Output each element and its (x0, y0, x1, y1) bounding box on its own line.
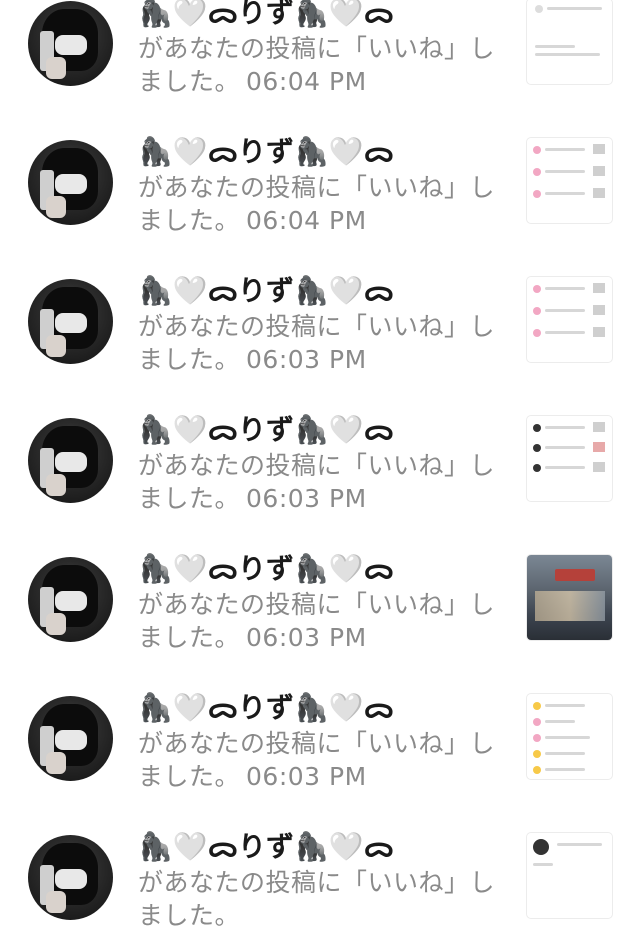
notification-list-icon (533, 146, 541, 154)
notification-message: があなたの投稿に「いいね」しました。 06:03 PM (138, 449, 498, 515)
post-thumbnail[interactable] (527, 277, 612, 362)
notification-message: があなたの投稿に「いいね」しました。 06:03 PM (138, 727, 498, 793)
notification-row[interactable]: 🦍🤍ᯅりず🦍🤍ᯅ があなたの投稿に「いいね」しました。 06:03 PM (0, 392, 640, 531)
user-name[interactable]: 🦍🤍ᯅりず🦍🤍ᯅ (138, 831, 394, 863)
notification-message: があなたの投稿に「いいね」しました。 06:04 PM (138, 171, 498, 237)
notification-message: があなたの投稿に「いいね」しました。 06:03 PM (138, 310, 498, 376)
avatar[interactable] (28, 557, 113, 642)
notification-list-icon (533, 424, 541, 432)
avatar[interactable] (28, 835, 113, 920)
message-text: があなたの投稿に「いいね」しました。 (138, 868, 496, 930)
timestamp: 06:04 PM (246, 67, 367, 96)
settings-menu-icon (533, 702, 541, 710)
timestamp: 06:03 PM (246, 484, 367, 513)
storefront-photo (555, 569, 595, 581)
user-name[interactable]: 🦍🤍ᯅりず🦍🤍ᯅ (138, 0, 394, 29)
post-thumbnail[interactable] (527, 138, 612, 223)
post-thumbnail[interactable] (527, 555, 612, 640)
post-thumbnail[interactable] (527, 833, 612, 918)
avatar[interactable] (28, 279, 113, 364)
profile-card-icon (533, 839, 549, 855)
notification-message: があなたの投稿に「いいね」しました。 (138, 866, 498, 932)
notification-feed: 🦍🤍ᯅりず🦍🤍ᯅ があなたの投稿に「いいね」しました。 06:04 PM 🦍🤍ᯅり… (0, 0, 640, 948)
avatar[interactable] (28, 140, 113, 225)
user-name[interactable]: 🦍🤍ᯅりず🦍🤍ᯅ (138, 136, 394, 168)
avatar[interactable] (28, 418, 113, 503)
user-name[interactable]: 🦍🤍ᯅりず🦍🤍ᯅ (138, 414, 394, 446)
user-name[interactable]: 🦍🤍ᯅりず🦍🤍ᯅ (138, 692, 394, 724)
user-name[interactable]: 🦍🤍ᯅりず🦍🤍ᯅ (138, 553, 394, 585)
notification-list-icon (533, 285, 541, 293)
post-thumbnail[interactable] (527, 416, 612, 501)
notification-row[interactable]: 🦍🤍ᯅりず🦍🤍ᯅ があなたの投稿に「いいね」しました。 (0, 809, 640, 948)
timestamp: 06:03 PM (246, 762, 367, 791)
notification-row[interactable]: 🦍🤍ᯅりず🦍🤍ᯅ があなたの投稿に「いいね」しました。 06:03 PM (0, 531, 640, 670)
notification-row[interactable]: 🦍🤍ᯅりず🦍🤍ᯅ があなたの投稿に「いいね」しました。 06:03 PM (0, 670, 640, 809)
notification-row[interactable]: 🦍🤍ᯅりず🦍🤍ᯅ があなたの投稿に「いいね」しました。 06:04 PM (0, 114, 640, 253)
timestamp: 06:03 PM (246, 623, 367, 652)
notification-message: があなたの投稿に「いいね」しました。 06:03 PM (138, 588, 498, 654)
insights-card-icon (535, 5, 543, 13)
post-thumbnail[interactable] (527, 694, 612, 779)
notification-row[interactable]: 🦍🤍ᯅりず🦍🤍ᯅ があなたの投稿に「いいね」しました。 06:04 PM (0, 0, 640, 114)
avatar[interactable] (28, 1, 113, 86)
post-thumbnail[interactable] (527, 0, 612, 84)
timestamp: 06:03 PM (246, 345, 367, 374)
notification-row[interactable]: 🦍🤍ᯅりず🦍🤍ᯅ があなたの投稿に「いいね」しました。 06:03 PM (0, 253, 640, 392)
timestamp: 06:04 PM (246, 206, 367, 235)
user-name[interactable]: 🦍🤍ᯅりず🦍🤍ᯅ (138, 275, 394, 307)
notification-message: があなたの投稿に「いいね」しました。 06:04 PM (138, 32, 498, 98)
avatar[interactable] (28, 696, 113, 781)
